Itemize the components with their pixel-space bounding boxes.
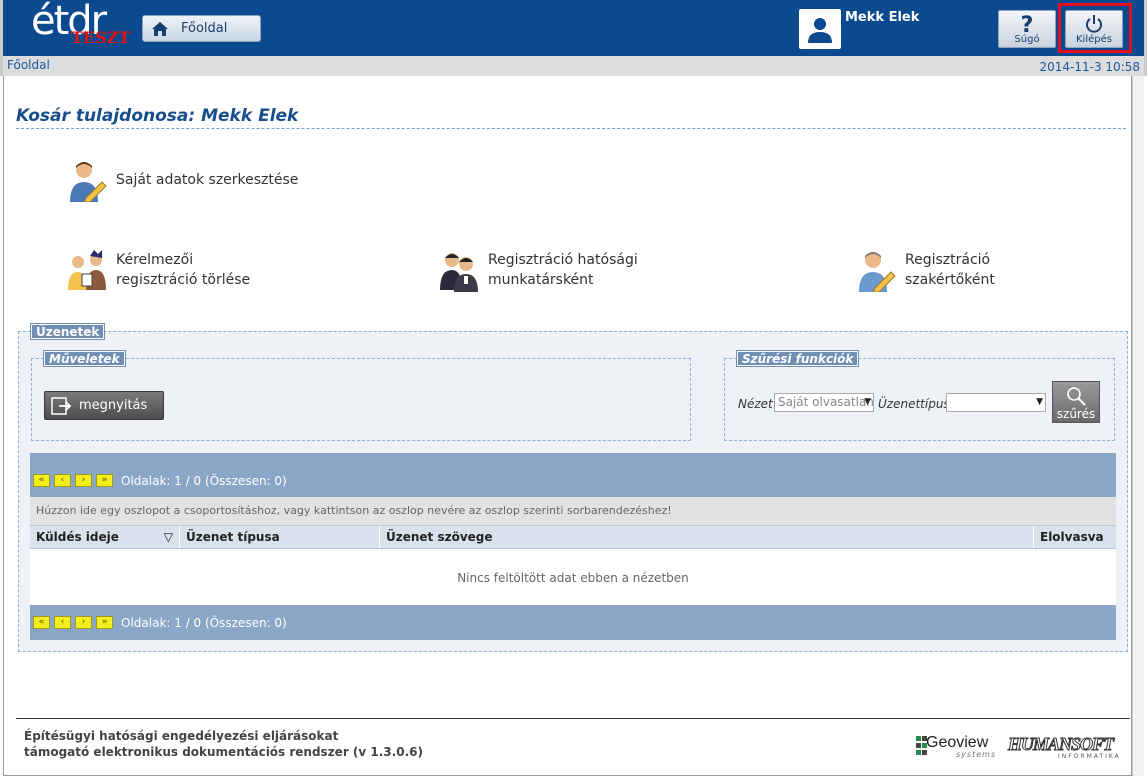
- breadcrumb-bar: Főoldal 2014-11-3 10:58: [0, 56, 1147, 76]
- filter-button[interactable]: szűrés: [1052, 381, 1100, 423]
- logout-highlight-box: [1058, 3, 1132, 53]
- datetime: 2014-11-3 10:58: [1039, 60, 1141, 74]
- officials-icon: [440, 253, 478, 292]
- register-expert-link[interactable]: Regisztráció szakértőként: [857, 250, 995, 292]
- message-type-select[interactable]: ▼: [946, 393, 1046, 412]
- pager-bottom: « ‹ › » Oldalak: 1 / 0 (Összesen: 0): [30, 605, 1116, 640]
- humansoft-sub: INFORMATIKA: [1058, 753, 1121, 760]
- grid-header: Küldés ideje ▽ Üzenet típusa Üzenet szöv…: [30, 525, 1116, 549]
- column-message-text[interactable]: Üzenet szövege: [380, 526, 1034, 548]
- pager-top-spacer: [30, 453, 1116, 464]
- help-button[interactable]: ? Súgó: [998, 10, 1056, 48]
- open-icon: [51, 396, 72, 415]
- breadcrumb[interactable]: Főoldal: [7, 58, 50, 72]
- grid-empty-message: Nincs feltöltött adat ebben a nézetben: [30, 549, 1116, 605]
- view-select[interactable]: Saját olvasatlan ▼: [774, 393, 874, 412]
- first-page-button[interactable]: «: [33, 616, 50, 629]
- avatar[interactable]: [799, 9, 841, 49]
- users-delete-icon: [68, 250, 106, 290]
- geoview-logo: Geoview systems: [916, 734, 1008, 760]
- home-button[interactable]: Főoldal: [142, 15, 261, 42]
- pager-info: Oldalak: 1 / 0 (Összesen: 0): [121, 615, 287, 630]
- register-expert-label-2: szakértőként: [905, 272, 995, 288]
- expert-edit-icon: [859, 252, 896, 292]
- view-label: Nézet: [738, 397, 773, 411]
- app-header: étdr TESZT Főoldal Mekk Elek ? Súgó Kilé…: [0, 0, 1147, 56]
- help-button-label: Súgó: [1014, 34, 1040, 45]
- delete-registration-label-1: Kérelmezői: [116, 252, 194, 268]
- next-page-button[interactable]: ›: [75, 616, 92, 629]
- svg-text:?: ?: [1021, 13, 1034, 35]
- footer-divider: [16, 718, 1130, 719]
- operations-legend: Műveletek: [43, 350, 126, 367]
- last-page-button[interactable]: »: [96, 616, 113, 629]
- humansoft-logo: HUMANSOFT INFORMATIKA: [1007, 734, 1122, 761]
- chevron-down-icon: ▼: [1036, 397, 1043, 407]
- user-icon: [804, 13, 836, 45]
- pager-info: Oldalak: 1 / 0 (Összesen: 0): [121, 473, 287, 488]
- messages-legend: Üzenetek: [29, 323, 106, 340]
- view-select-value: Saját olvasatlan: [778, 395, 874, 409]
- sort-desc-icon: ▽: [163, 530, 173, 544]
- edit-own-data-label: Saját adatok szerkesztése: [116, 172, 299, 188]
- search-icon: [1067, 387, 1086, 406]
- user-edit-icon: [70, 162, 107, 202]
- footer-line-1: Építésügyi hatósági engedélyezési eljárá…: [24, 729, 339, 743]
- geoview-sub: systems: [956, 750, 997, 759]
- prev-page-button[interactable]: ‹: [54, 474, 71, 487]
- footer-text: Építésügyi hatósági engedélyezési eljárá…: [24, 728, 423, 760]
- edit-own-data-link[interactable]: Saját adatok szerkesztése: [68, 160, 298, 202]
- prev-page-button[interactable]: ‹: [54, 616, 71, 629]
- test-badge: TESZT: [71, 28, 131, 47]
- question-icon: ?: [1021, 13, 1034, 35]
- chevron-down-icon: ▼: [864, 397, 871, 407]
- column-read[interactable]: Elolvasva: [1034, 526, 1116, 548]
- filter-legend: Szűrési funkciók: [735, 350, 860, 367]
- page-title: Kosár tulajdonosa: Mekk Elek: [16, 106, 1126, 129]
- humansoft-text: HUMANSOFT: [1007, 734, 1114, 755]
- home-button-label: Főoldal: [181, 21, 228, 36]
- filter-button-label: szűrés: [1056, 407, 1096, 421]
- register-authority-link[interactable]: Regisztráció hatósági munkatársként: [440, 250, 638, 292]
- app-logo: étdr TESZT: [25, 0, 135, 52]
- last-page-button[interactable]: »: [96, 474, 113, 487]
- message-type-label: Üzenettípus: [878, 397, 950, 411]
- delete-registration-label-2: regisztráció törlése: [116, 272, 251, 288]
- open-button[interactable]: megnyitás: [44, 391, 164, 420]
- open-button-label: megnyitás: [79, 398, 148, 413]
- next-page-button[interactable]: ›: [75, 474, 92, 487]
- first-page-button[interactable]: «: [33, 474, 50, 487]
- column-sent-time[interactable]: Küldés ideje ▽: [30, 526, 180, 548]
- register-authority-label-2: munkatársként: [488, 272, 594, 288]
- footer-line-2: támogató elektronikus dokumentációs rend…: [24, 745, 423, 759]
- home-icon: [152, 21, 168, 36]
- group-by-hint[interactable]: Húzzon ide egy oszlopot a csoportosításh…: [30, 497, 1116, 525]
- column-message-type[interactable]: Üzenet típusa: [180, 526, 380, 548]
- scrollbar[interactable]: [1132, 76, 1144, 776]
- delete-registration-link[interactable]: Kérelmezői regisztráció törlése: [68, 250, 250, 292]
- pager-top: « ‹ › » Oldalak: 1 / 0 (Összesen: 0): [30, 464, 1116, 497]
- register-expert-label-1: Regisztráció: [905, 252, 991, 268]
- register-authority-label-1: Regisztráció hatósági: [488, 252, 638, 268]
- user-name: Mekk Elek: [845, 10, 920, 25]
